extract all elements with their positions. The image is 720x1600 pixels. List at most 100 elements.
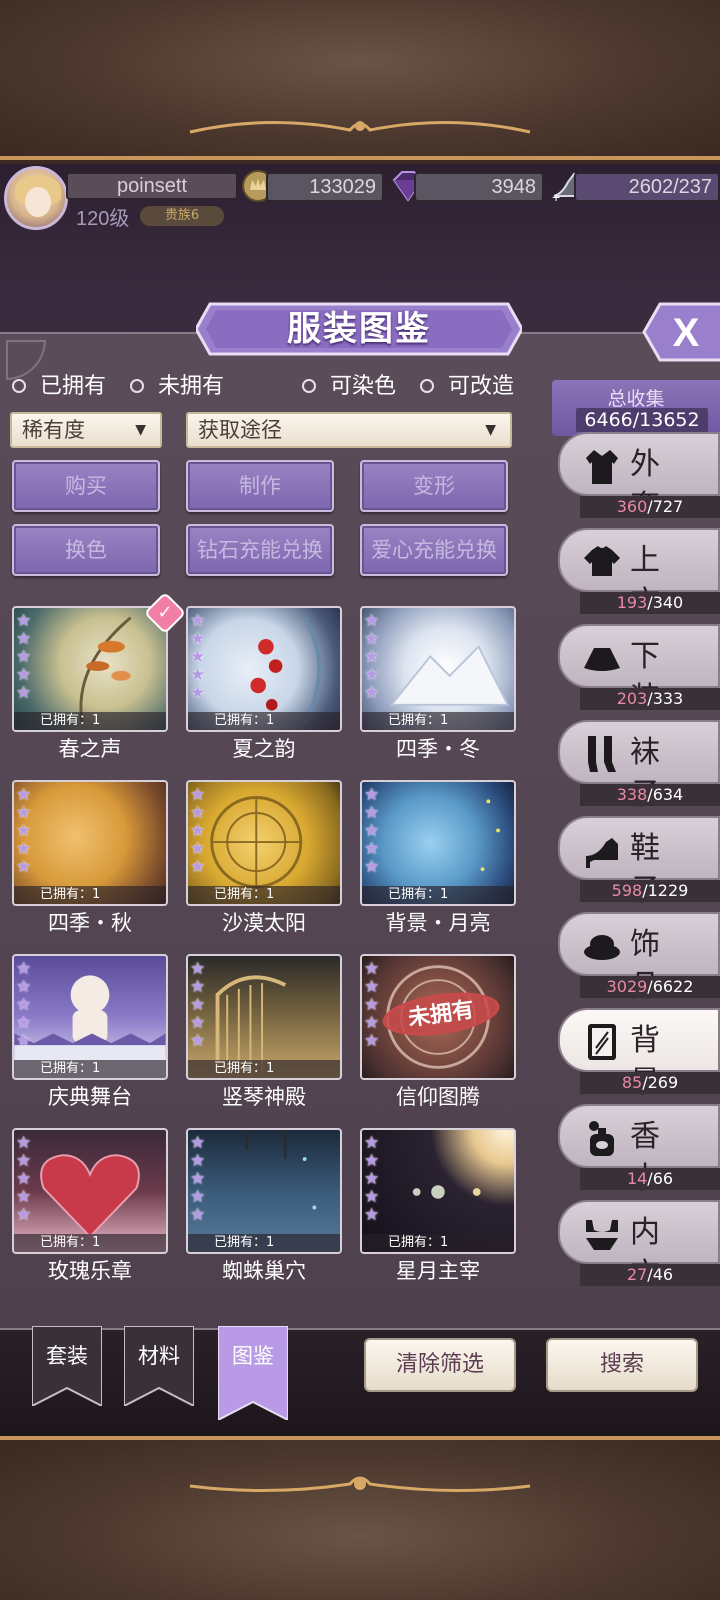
rarity-stars: ★ ★ ★ ★ ★ [190, 785, 206, 877]
category-perfume[interactable]: 香水 14/66 [550, 1104, 720, 1196]
item-card[interactable]: ★ ★ ★ ★ ★ 已拥有：1 背景・月亮 [360, 780, 516, 936]
top-ornament [180, 104, 540, 144]
item-name: 信仰图腾 [396, 1085, 480, 1109]
item-name: 玫瑰乐章 [48, 1259, 132, 1283]
filter-recolor-button[interactable]: 换色 [12, 524, 160, 576]
radio-circle-icon [130, 378, 144, 393]
item-name: 四季・冬 [396, 737, 480, 761]
total-collection-value: 6466/13652 [576, 408, 708, 432]
rarity-stars: ★ ★ ★ ★ ★ [190, 959, 206, 1051]
category-accessories[interactable]: 饰品 3029/6622 [550, 912, 720, 1004]
rarity-stars: ★ ★ ★ ★ ★ [364, 611, 380, 703]
item-card[interactable]: ★ ★ ★ ★ ★ 已拥有：1 沙漠太阳 [186, 780, 342, 936]
item-name: 星月主宰 [396, 1259, 480, 1283]
rarity-stars: ★ ★ ★ ★ ★ [364, 785, 380, 877]
item-card[interactable]: ★ ★ ★ ★ ★ 未拥有 信仰图腾 [360, 954, 516, 1110]
category-count: 85/269 [580, 1072, 720, 1094]
item-name: 夏之韵 [232, 737, 296, 761]
rarity-stars: ★ ★ ★ ★ ★ [364, 1133, 380, 1225]
owned-count: 已拥有：1 [362, 1234, 514, 1252]
avatar[interactable] [4, 166, 68, 230]
total-collection: 总收集 6466/13652 [552, 380, 720, 436]
item-name: 沙漠太阳 [222, 911, 306, 935]
item-card[interactable]: ★ ★ ★ ★ ★ 已拥有：1 夏之韵 [186, 606, 342, 762]
tab-collection-book[interactable]: 图鉴 [218, 1326, 288, 1420]
tab-materials[interactable]: 材料 [124, 1326, 194, 1406]
owned-count: 已拥有：1 [14, 886, 166, 904]
category-count: 360/727 [580, 496, 720, 518]
item-card[interactable]: ★ ★ ★ ★ ★ 已拥有：1 星月主宰 [360, 1128, 516, 1284]
diamond-amount[interactable]: 3948 [414, 172, 544, 202]
dropdown-arrow-icon: ▼ [135, 422, 146, 438]
close-icon: X [673, 311, 700, 355]
item-name: 四季・秋 [48, 911, 132, 935]
category-top[interactable]: 上衣 193/340 [550, 528, 720, 620]
category-bottoms[interactable]: 下装 203/333 [550, 624, 720, 716]
item-card[interactable]: ★ ★ ★ ★ ★ 已拥有：1 玫瑰乐章 [12, 1128, 168, 1284]
coat-icon [582, 446, 622, 486]
gold-amount[interactable]: 133029 [266, 172, 384, 202]
filter-diamond-exchange-button[interactable]: 钻石充能兑换 [186, 524, 334, 576]
item-name: 蜘蛛巢穴 [222, 1259, 306, 1283]
item-card[interactable]: ★ ★ ★ ★ ★ 已拥有：1 蜘蛛巢穴 [186, 1128, 342, 1284]
source-select[interactable]: 获取途径 ▼ [186, 412, 512, 448]
bottom-frame [0, 1436, 720, 1600]
item-card[interactable]: ★ ★ ★ ★ ★ 已拥有：1 ✓ 春之声 [12, 591, 187, 762]
rarity-stars: ★ ★ ★ ★ ★ [16, 785, 32, 877]
tab-outfits[interactable]: 套装 [32, 1326, 102, 1406]
filter-heart-exchange-button[interactable]: 爱心充能兑换 [360, 524, 508, 576]
item-name: 庆典舞台 [48, 1085, 132, 1109]
page-title: 服装图鉴 [287, 309, 431, 349]
filter-transform-button[interactable]: 变形 [360, 460, 508, 512]
category-count: 14/66 [580, 1168, 720, 1190]
category-lingerie[interactable]: 内衣 27/46 [550, 1200, 720, 1292]
item-name: 春之声 [58, 737, 122, 761]
clear-filter-button[interactable]: 清除筛选 [364, 1338, 516, 1392]
close-button[interactable]: X [634, 302, 720, 362]
item-card[interactable]: ★ ★ ★ ★ ★ 已拥有：1 四季・冬 [360, 606, 516, 762]
filter-craft-button[interactable]: 制作 [186, 460, 334, 512]
background-frame-icon [582, 1022, 622, 1062]
bottom-ornament [180, 1466, 540, 1506]
owned-count: 已拥有：1 [188, 712, 340, 730]
item-card[interactable]: ★ ★ ★ ★ ★ 已拥有：1 竖琴神殿 [186, 954, 342, 1110]
dropdown-arrow-icon: ▼ [485, 422, 496, 438]
radio-dyeable[interactable]: 可染色 [302, 372, 396, 402]
svg-text:+: + [552, 189, 560, 204]
stamina-amount[interactable]: 2602/237 [574, 172, 720, 202]
owned-count: 已拥有：1 [362, 886, 514, 904]
owned-count: 已拥有：1 [14, 1060, 166, 1078]
category-count: 203/333 [580, 688, 720, 710]
category-count: 598/1229 [580, 880, 720, 902]
perfume-icon [582, 1118, 622, 1158]
heel-shoe-icon [582, 830, 622, 870]
rarity-stars: ★ ★ ★ ★ ★ [16, 611, 32, 703]
item-card[interactable]: ★ ★ ★ ★ ★ 已拥有：1 四季・秋 [12, 780, 168, 936]
rarity-stars: ★ ★ ★ ★ ★ [364, 959, 380, 1051]
category-count: 338/634 [580, 784, 720, 806]
category-socks[interactable]: 袜子 338/634 [550, 720, 720, 812]
filter-buy-button[interactable]: 购买 [12, 460, 160, 512]
category-coat[interactable]: 外套 360/727 [550, 432, 720, 524]
item-card[interactable]: ★ ★ ★ ★ ★ 已拥有：1 庆典舞台 [12, 954, 168, 1110]
search-button[interactable]: 搜索 [546, 1338, 698, 1392]
category-count: 193/340 [580, 592, 720, 614]
rarity-stars: ★ ★ ★ ★ ★ [190, 611, 206, 703]
radio-modifiable[interactable]: 可改造 [420, 372, 514, 402]
rarity-stars: ★ ★ ★ ★ ★ [190, 1133, 206, 1225]
shirt-icon [582, 542, 622, 582]
radio-circle-icon [302, 378, 316, 393]
owned-count: 已拥有：1 [14, 712, 166, 730]
owned-count: 已拥有：1 [188, 1234, 340, 1252]
owned-count: 已拥有：1 [14, 1234, 166, 1252]
owned-count: 已拥有：1 [362, 712, 514, 730]
radio-owned[interactable]: 已拥有 [12, 372, 106, 402]
radio-not-owned[interactable]: 未拥有 [130, 372, 224, 402]
owned-count: 已拥有：1 [188, 1060, 340, 1078]
category-background[interactable]: 背景 85/269 [550, 1008, 720, 1100]
category-shoes[interactable]: 鞋子 598/1229 [550, 816, 720, 908]
radio-circle-icon [420, 378, 434, 393]
username: poinsett [66, 172, 238, 200]
category-count: 27/46 [580, 1264, 720, 1286]
rarity-select[interactable]: 稀有度 ▼ [10, 412, 162, 448]
